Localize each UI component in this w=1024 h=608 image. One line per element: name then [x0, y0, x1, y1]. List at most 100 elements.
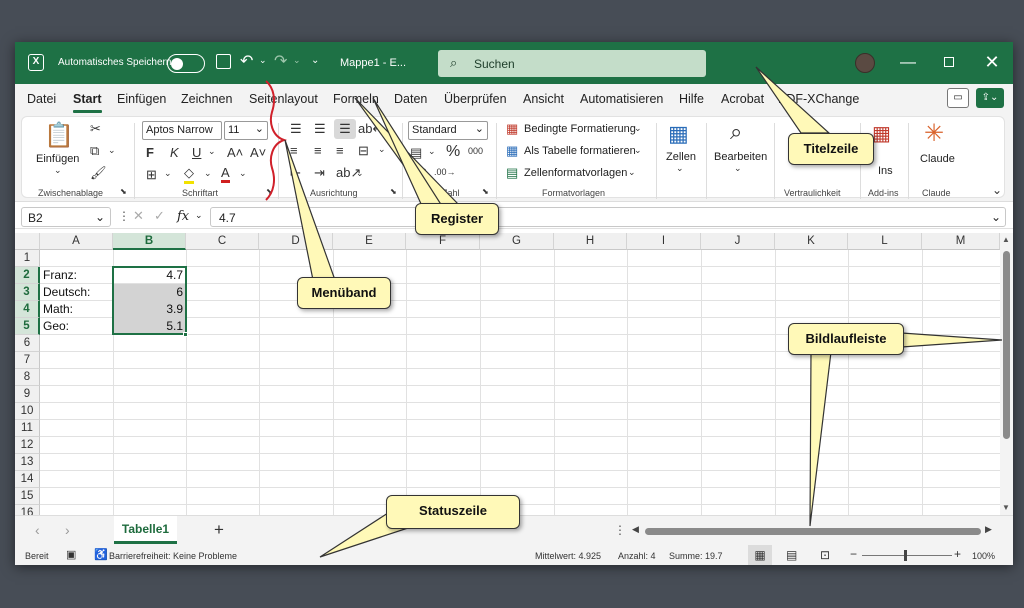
- page-break-view-icon[interactable]: ⊡: [820, 548, 830, 562]
- excel-logo-icon[interactable]: X: [28, 54, 44, 71]
- align-middle-icon[interactable]: ☰: [314, 121, 326, 137]
- decrease-font-icon[interactable]: A˅: [250, 145, 266, 160]
- cell-a4[interactable]: Math:: [40, 301, 113, 318]
- column-header-b[interactable]: B: [113, 233, 186, 250]
- tab-datei[interactable]: Datei: [27, 92, 56, 106]
- add-sheet-button[interactable]: +: [214, 520, 224, 540]
- copy-dropdown-icon[interactable]: ⌄: [108, 145, 116, 156]
- zoom-in-button[interactable]: +: [954, 547, 961, 561]
- fill-color-icon[interactable]: ◇: [184, 165, 194, 184]
- column-header-m[interactable]: M: [922, 233, 1000, 250]
- formula-input[interactable]: 4.7 ⌄: [210, 207, 1006, 227]
- cell-styles-icon[interactable]: ▤: [506, 165, 518, 181]
- tab-ueberpruefen[interactable]: Überprüfen: [444, 92, 507, 106]
- zoom-slider-thumb[interactable]: [904, 550, 907, 561]
- percent-icon[interactable]: %: [446, 143, 460, 161]
- conditional-format-button[interactable]: Bedingte Formatierung: [524, 123, 636, 135]
- select-all-corner[interactable]: [15, 233, 40, 250]
- scroll-right-icon[interactable]: ▶: [985, 524, 992, 535]
- font-color-icon[interactable]: A: [221, 165, 230, 183]
- cell-b2[interactable]: 4.7: [113, 267, 186, 284]
- vertical-scrollbar[interactable]: ▲ ▼: [1000, 233, 1013, 515]
- border-dropdown-icon[interactable]: ⌄: [164, 168, 172, 179]
- column-header-l[interactable]: L: [848, 233, 922, 250]
- enter-icon[interactable]: ✓: [154, 208, 165, 224]
- format-painter-icon[interactable]: 🖌: [90, 165, 107, 181]
- conditional-format-icon[interactable]: ▦: [506, 121, 518, 137]
- align-right-icon[interactable]: ≡: [336, 143, 344, 158]
- more-icon[interactable]: ⋮: [118, 209, 130, 223]
- row-header-2[interactable]: 2: [15, 267, 40, 284]
- increase-indent-icon[interactable]: ⇥: [314, 165, 325, 181]
- addins-icon[interactable]: ▦: [872, 121, 891, 146]
- cell-styles-button[interactable]: Zellenformatvorlagen: [524, 167, 627, 179]
- font-size-combo[interactable]: 11 ⌄: [224, 121, 268, 140]
- tab-daten[interactable]: Daten: [394, 92, 427, 106]
- cell-b4[interactable]: 3.9: [113, 301, 186, 318]
- row-header-15[interactable]: 15: [15, 488, 40, 505]
- status-count[interactable]: Anzahl: 4: [618, 551, 656, 561]
- tab-seitenlayout[interactable]: Seitenlayout: [249, 92, 318, 106]
- tab-formeln[interactable]: Formeln: [333, 92, 379, 106]
- underline-dropdown-icon[interactable]: ⌄: [208, 146, 216, 157]
- name-box[interactable]: B2 ⌄: [21, 207, 111, 227]
- row-header-7[interactable]: 7: [15, 352, 40, 369]
- number-format-combo[interactable]: Standard ⌄: [408, 121, 488, 140]
- format-as-table-icon[interactable]: ▦: [506, 143, 518, 159]
- italic-icon[interactable]: K: [170, 145, 179, 160]
- comments-icon[interactable]: ▭: [947, 88, 969, 108]
- cell-a3[interactable]: Deutsch:: [40, 284, 113, 301]
- column-header-f[interactable]: F: [406, 233, 480, 250]
- alignment-launcher-icon[interactable]: ⬊: [390, 187, 397, 196]
- format-as-table-dropdown-icon[interactable]: ⌄: [634, 145, 642, 156]
- next-sheet-icon[interactable]: ›: [65, 522, 70, 538]
- status-sum[interactable]: Summe: 19.7: [669, 551, 723, 561]
- tab-acrobat[interactable]: Acrobat: [721, 92, 764, 106]
- decrease-indent-icon[interactable]: ⇤: [290, 165, 301, 181]
- font-color-dropdown-icon[interactable]: ⌄: [239, 168, 247, 179]
- decrease-decimal-icon[interactable]: .00→: [434, 167, 456, 177]
- row-header-8[interactable]: 8: [15, 369, 40, 386]
- editing-dropdown-icon[interactable]: ⌄: [734, 163, 742, 174]
- normal-view-icon[interactable]: ▦: [748, 545, 772, 565]
- sheet-tab-tabelle1[interactable]: Tabelle1: [114, 516, 177, 544]
- font-launcher-icon[interactable]: ⬊: [266, 187, 273, 196]
- column-header-c[interactable]: C: [186, 233, 259, 250]
- increase-font-icon[interactable]: A˄: [227, 145, 243, 160]
- paste-button[interactable]: Einfügen: [36, 153, 79, 165]
- increase-decimal-icon[interactable]: ←.0: [410, 167, 427, 177]
- font-name-combo[interactable]: Aptos Narrow: [142, 121, 222, 140]
- column-header-h[interactable]: H: [554, 233, 627, 250]
- macro-record-icon[interactable]: ▣: [66, 548, 76, 561]
- fill-color-dropdown-icon[interactable]: ⌄: [204, 168, 212, 179]
- redo-icon[interactable]: ↷: [274, 51, 287, 71]
- row-header-4[interactable]: 4: [15, 301, 40, 318]
- undo-dropdown-icon[interactable]: ⌄: [259, 55, 267, 66]
- tab-pdf-xchange[interactable]: PDF-XChange: [778, 92, 859, 106]
- align-left-icon[interactable]: ≡: [290, 143, 298, 158]
- save-icon[interactable]: [216, 54, 231, 69]
- accessibility-icon[interactable]: ♿: [94, 548, 108, 561]
- close-icon[interactable]: ✕: [980, 52, 1004, 73]
- cell-a5[interactable]: Geo:: [40, 318, 113, 335]
- avatar[interactable]: [855, 53, 875, 73]
- tab-zeichnen[interactable]: Zeichnen: [181, 92, 232, 106]
- share-icon[interactable]: ⇪⌄: [976, 88, 1004, 108]
- tab-start[interactable]: Start: [73, 92, 101, 106]
- tab-ansicht[interactable]: Ansicht: [523, 92, 564, 106]
- column-header-g[interactable]: G: [480, 233, 554, 250]
- cells-icon[interactable]: ▦: [668, 121, 689, 147]
- accessibility-status[interactable]: Barrierefreiheit: Keine Probleme: [109, 551, 237, 561]
- column-header-a[interactable]: A: [40, 233, 113, 250]
- tab-automatisieren[interactable]: Automatisieren: [580, 92, 663, 106]
- autosave-toggle[interactable]: [167, 54, 205, 73]
- horizontal-scroll-thumb[interactable]: [645, 528, 981, 535]
- minimize-icon[interactable]: —: [896, 54, 920, 72]
- row-header-6[interactable]: 6: [15, 335, 40, 352]
- paste-dropdown-icon[interactable]: ⌄: [54, 165, 62, 176]
- claude-button[interactable]: Claude: [920, 153, 955, 165]
- scroll-up-icon[interactable]: ▲: [1002, 235, 1010, 244]
- status-average[interactable]: Mittelwert: 4.925: [535, 551, 601, 561]
- number-launcher-icon[interactable]: ⬊: [482, 187, 489, 196]
- wrap-text-icon[interactable]: ab↵: [358, 121, 383, 137]
